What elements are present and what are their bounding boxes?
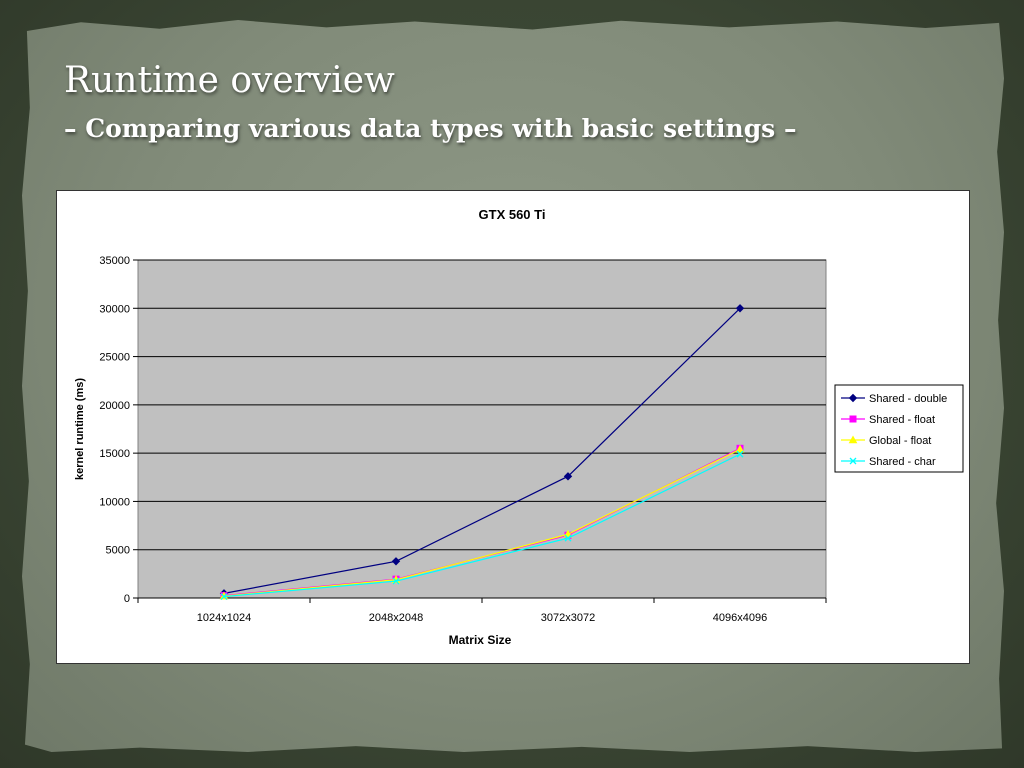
x-axis-label: Matrix Size xyxy=(449,633,512,647)
slide: Runtime overview – Comparing various dat… xyxy=(0,0,1024,768)
chart-container: GTX 560 Ti 0 5000 10000 15000 20000 25000 3000… xyxy=(56,190,970,664)
y-tick-label: 15000 xyxy=(99,448,130,460)
plot-area xyxy=(137,259,827,599)
x-axis-ticks: 1024x1024 2048x2048 3072x3072 4096x4096 xyxy=(137,597,827,624)
y-tick-label: 5000 xyxy=(106,545,130,557)
y-axis-label: kernel runtime (ms) xyxy=(74,378,86,480)
y-tick-label: 35000 xyxy=(99,255,130,267)
data-point xyxy=(849,415,857,423)
y-tick-label: 0 xyxy=(124,593,130,605)
y-tick-label: 10000 xyxy=(99,496,130,508)
chart-legend: Shared - double Shared - float Global - fl… xyxy=(834,384,964,473)
x-tick-label: 3072x3072 xyxy=(541,612,595,624)
legend-label: Shared - double xyxy=(869,393,947,405)
y-axis-ticks: 0 5000 10000 15000 20000 25000 30000 35000 xyxy=(99,255,138,605)
x-tick-label: 1024x1024 xyxy=(197,612,251,624)
x-tick-label: 4096x4096 xyxy=(713,612,767,624)
slide-title: Runtime overview xyxy=(64,60,395,101)
y-tick-label: 30000 xyxy=(99,303,130,315)
chart-title: GTX 560 Ti xyxy=(479,207,546,222)
legend-label: Shared - char xyxy=(869,456,936,468)
legend-label: Global - float xyxy=(869,435,931,447)
x-tick-label: 2048x2048 xyxy=(369,612,423,624)
y-tick-label: 25000 xyxy=(99,352,130,364)
slide-subtitle: – Comparing various data types with basi… xyxy=(64,114,797,143)
y-tick-label: 20000 xyxy=(99,400,130,412)
legend-label: Shared - float xyxy=(869,414,935,426)
line-chart: GTX 560 Ti 0 5000 10000 15000 20000 25000 3000… xyxy=(74,207,964,647)
